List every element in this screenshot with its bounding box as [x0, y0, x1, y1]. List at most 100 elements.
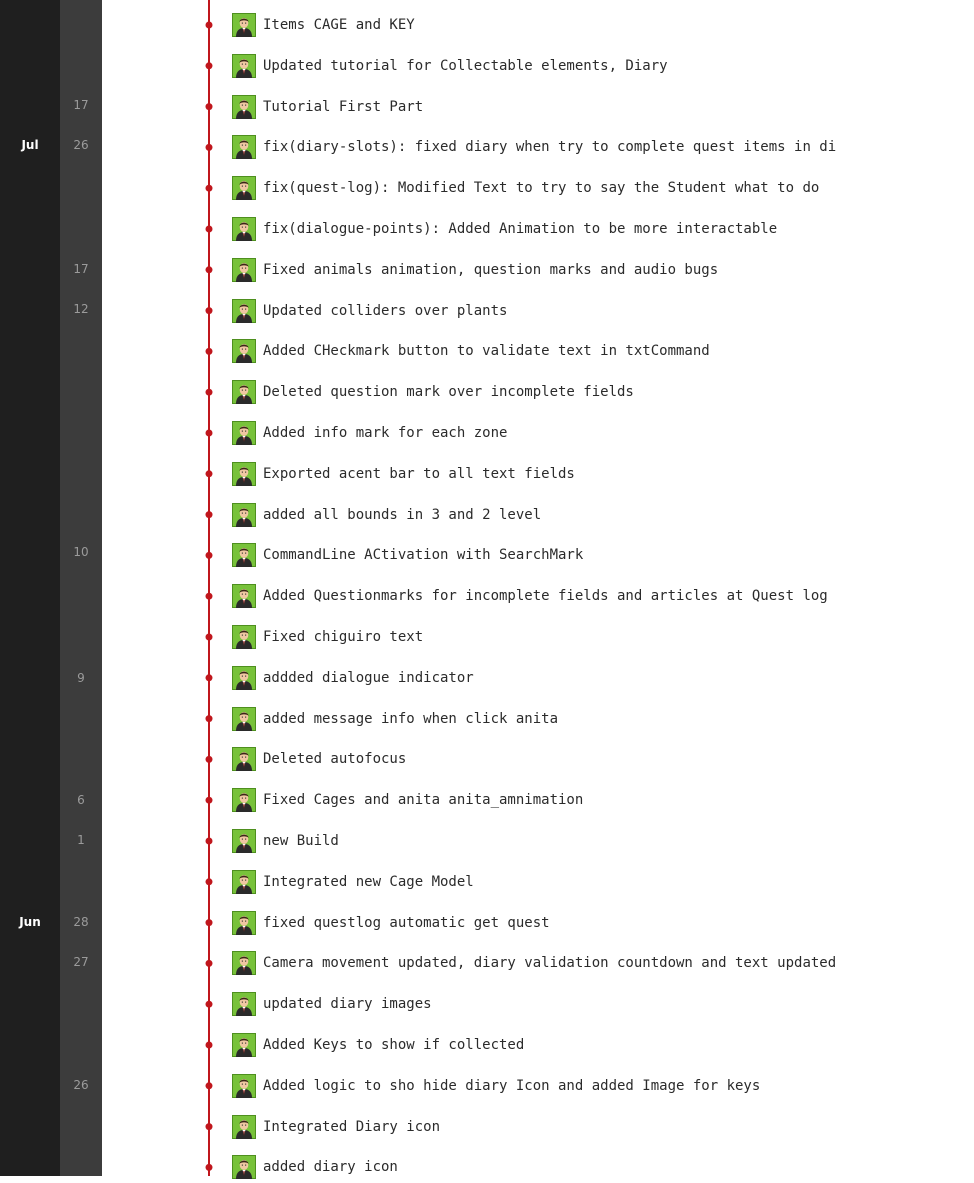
commit-node[interactable]: [205, 715, 213, 723]
commit-message[interactable]: fix(dialogue-points): Added Animation to…: [263, 220, 777, 238]
commit-row[interactable]: Tutorial First Part: [232, 91, 974, 123]
commit-node[interactable]: [205, 1123, 213, 1131]
commit-row[interactable]: Updated tutorial for Collectable element…: [232, 50, 974, 82]
commit-node[interactable]: [205, 878, 213, 886]
commit-row[interactable]: updated diary images: [232, 988, 974, 1020]
commit-node[interactable]: [205, 1000, 213, 1008]
author-avatar-icon[interactable]: [232, 910, 256, 935]
commit-message[interactable]: CommandLine ACtivation with SearchMark: [263, 546, 583, 564]
commit-row[interactable]: Integrated Diary icon: [232, 1111, 974, 1143]
commit-node[interactable]: [205, 959, 213, 967]
author-avatar-icon[interactable]: [232, 380, 256, 405]
commit-message[interactable]: Added info mark for each zone: [263, 424, 507, 442]
commit-row[interactable]: Added Keys to show if collected: [232, 1029, 974, 1061]
commit-node[interactable]: [205, 837, 213, 845]
commit-row[interactable]: Deleted autofocus: [232, 743, 974, 775]
commit-node[interactable]: [205, 266, 213, 274]
commit-message[interactable]: Updated colliders over plants: [263, 302, 507, 320]
commit-message[interactable]: Integrated new Cage Model: [263, 873, 474, 891]
commit-row[interactable]: addded dialogue indicator: [232, 662, 974, 694]
commit-row[interactable]: Updated colliders over plants: [232, 295, 974, 327]
commit-message[interactable]: Camera movement updated, diary validatio…: [263, 954, 836, 972]
commit-node[interactable]: [205, 796, 213, 804]
commit-node[interactable]: [205, 347, 213, 355]
author-avatar-icon[interactable]: [232, 1114, 256, 1139]
commit-message[interactable]: new Build: [263, 832, 339, 850]
author-avatar-icon[interactable]: [232, 298, 256, 323]
commit-row[interactable]: Fixed Cages and anita anita_amnimation: [232, 784, 974, 816]
commit-row[interactable]: Items CAGE and KEY: [232, 9, 974, 41]
author-avatar-icon[interactable]: [232, 135, 256, 160]
commit-message[interactable]: Added CHeckmark button to validate text …: [263, 342, 710, 360]
commit-message[interactable]: added diary icon: [263, 1158, 398, 1176]
author-avatar-icon[interactable]: [232, 869, 256, 894]
commit-row[interactable]: added diary icon: [232, 1151, 974, 1183]
commit-node[interactable]: [205, 103, 213, 111]
author-avatar-icon[interactable]: [232, 829, 256, 853]
commit-row[interactable]: Added Questionmarks for incomplete field…: [232, 580, 974, 612]
commit-message[interactable]: fix(diary-slots): fixed diary when try t…: [263, 138, 836, 156]
author-avatar-icon[interactable]: [232, 502, 256, 527]
commit-row[interactable]: Deleted question mark over incomplete fi…: [232, 376, 974, 408]
commit-message[interactable]: Added Keys to show if collected: [263, 1036, 524, 1054]
commit-message[interactable]: added all bounds in 3 and 2 level: [263, 506, 541, 524]
commit-message[interactable]: fix(quest-log): Modified Text to try to …: [263, 179, 819, 197]
commit-node[interactable]: [205, 674, 213, 682]
commit-row[interactable]: added all bounds in 3 and 2 level: [232, 499, 974, 531]
commit-node[interactable]: [205, 21, 213, 29]
commit-node[interactable]: [205, 184, 213, 192]
commit-row[interactable]: fix(dialogue-points): Added Animation to…: [232, 213, 974, 245]
commit-node[interactable]: [205, 919, 213, 927]
commit-node[interactable]: [205, 592, 213, 600]
commit-node[interactable]: [205, 1041, 213, 1049]
commit-row[interactable]: Integrated new Cage Model: [232, 866, 974, 898]
author-avatar-icon[interactable]: [232, 176, 256, 201]
commit-message[interactable]: updated diary images: [263, 995, 432, 1013]
commit-node[interactable]: [205, 62, 213, 70]
commit-message[interactable]: Items CAGE and KEY: [263, 16, 415, 34]
commit-node[interactable]: [205, 470, 213, 478]
commit-message[interactable]: fixed questlog automatic get quest: [263, 914, 550, 932]
author-avatar-icon[interactable]: [232, 788, 256, 813]
author-avatar-icon[interactable]: [232, 992, 256, 1017]
commit-row[interactable]: added message info when click anita: [232, 703, 974, 735]
author-avatar-icon[interactable]: [232, 94, 256, 119]
author-avatar-icon[interactable]: [232, 1033, 256, 1057]
commit-row[interactable]: Fixed chiguiro text: [232, 621, 974, 653]
author-avatar-icon[interactable]: [232, 747, 256, 772]
commit-row[interactable]: Camera movement updated, diary validatio…: [232, 947, 974, 979]
commit-message[interactable]: Deleted question mark over incomplete fi…: [263, 383, 634, 401]
commit-message[interactable]: Fixed Cages and anita anita_amnimation: [263, 791, 583, 809]
commit-node[interactable]: [205, 307, 213, 315]
author-avatar-icon[interactable]: [232, 461, 256, 486]
author-avatar-icon[interactable]: [232, 53, 256, 78]
commit-row[interactable]: CommandLine ACtivation with SearchMark: [232, 539, 974, 571]
commit-message[interactable]: Added Questionmarks for incomplete field…: [263, 587, 828, 605]
commit-message[interactable]: Exported acent bar to all text fields: [263, 465, 575, 483]
commit-message[interactable]: added message info when click anita: [263, 710, 558, 728]
commit-message[interactable]: Updated tutorial for Collectable element…: [263, 57, 668, 75]
author-avatar-icon[interactable]: [232, 543, 256, 568]
commit-row[interactable]: Added CHeckmark button to validate text …: [232, 335, 974, 367]
commit-node[interactable]: [205, 143, 213, 151]
commit-row[interactable]: fix(diary-slots): fixed diary when try t…: [232, 131, 974, 163]
commit-message[interactable]: Fixed animals animation, question marks …: [263, 261, 718, 279]
commit-node[interactable]: [205, 551, 213, 559]
commit-node[interactable]: [205, 1082, 213, 1090]
author-avatar-icon[interactable]: [232, 665, 256, 690]
commit-message[interactable]: Fixed chiguiro text: [263, 628, 423, 646]
commit-row[interactable]: Exported acent bar to all text fields: [232, 458, 974, 490]
author-avatar-icon[interactable]: [232, 339, 256, 364]
commit-message[interactable]: Tutorial First Part: [263, 98, 423, 116]
author-avatar-icon[interactable]: [232, 1073, 256, 1098]
commit-message[interactable]: Integrated Diary icon: [263, 1118, 440, 1136]
author-avatar-icon[interactable]: [232, 625, 256, 649]
author-avatar-icon[interactable]: [232, 706, 256, 731]
commit-message[interactable]: Added logic to sho hide diary Icon and a…: [263, 1077, 760, 1095]
commit-node[interactable]: [205, 633, 213, 641]
author-avatar-icon[interactable]: [232, 951, 256, 976]
commit-row[interactable]: Fixed animals animation, question marks …: [232, 254, 974, 286]
commit-node[interactable]: [205, 511, 213, 519]
author-avatar-icon[interactable]: [232, 584, 256, 609]
commit-message[interactable]: Deleted autofocus: [263, 750, 406, 768]
